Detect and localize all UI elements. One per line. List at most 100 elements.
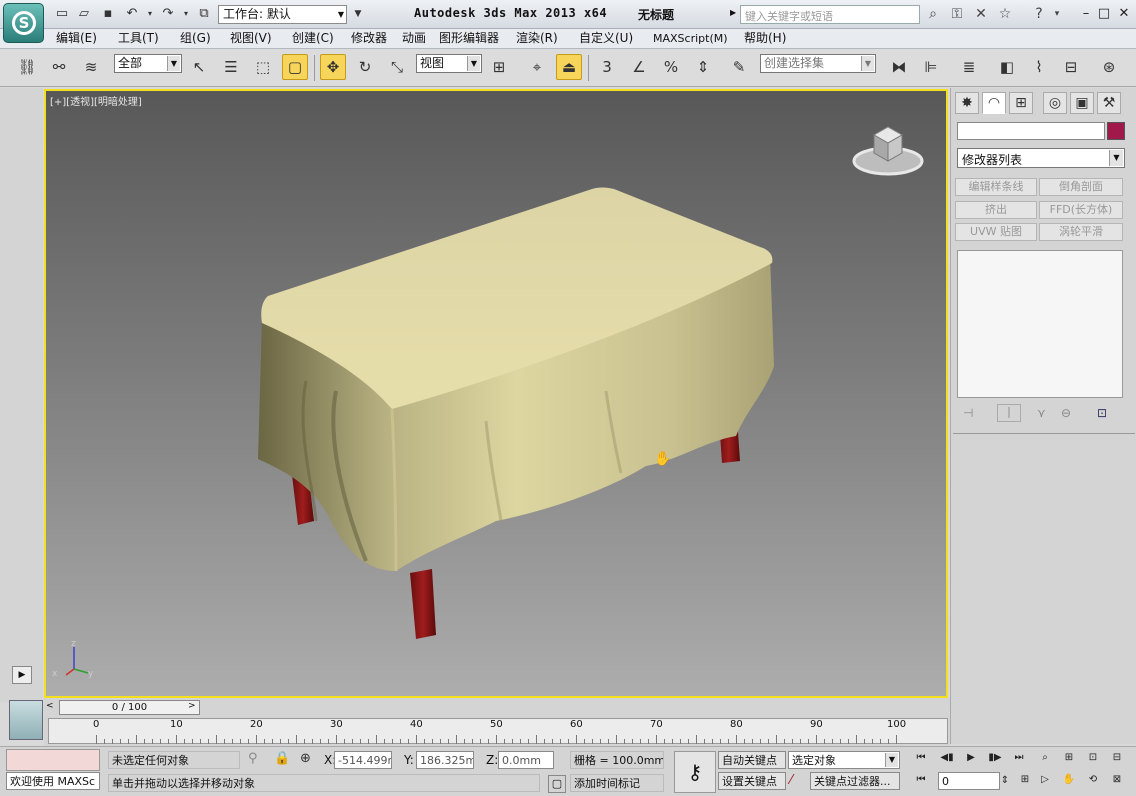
go-to-start-icon[interactable]: ⏮ <box>912 749 930 767</box>
make-unique-icon[interactable]: ⋎ <box>1037 406 1046 420</box>
field-of-view-icon[interactable]: ▷ <box>1036 771 1054 789</box>
menu-tools[interactable]: 工具(T) <box>118 31 159 46</box>
angle-snap-icon[interactable]: ∠ <box>626 54 652 80</box>
key-filters-button[interactable]: 关键点过滤器... <box>810 772 900 790</box>
menu-animation[interactable]: 动画 <box>402 31 426 46</box>
select-by-name-icon[interactable]: ☰ <box>218 54 244 80</box>
binoculars-icon[interactable]: ⌕ <box>924 6 942 22</box>
selection-filter-dropdown[interactable]: 全部 ▼ <box>114 54 182 73</box>
menu-create[interactable]: 创建(C) <box>292 31 334 46</box>
new-file-icon[interactable]: ▭ <box>54 6 70 22</box>
schematic-view-icon[interactable]: ⊟ <box>1058 54 1084 80</box>
bind-to-space-warp-icon[interactable]: ≋ <box>78 54 104 80</box>
menu-rendering[interactable]: 渲染(R) <box>516 31 558 46</box>
z-coordinate-field[interactable]: 0.0mm <box>498 751 554 769</box>
select-object-icon[interactable]: ↖ <box>186 54 212 80</box>
mirror-icon[interactable]: ⧓ <box>886 54 912 80</box>
menu-group[interactable]: 组(G) <box>180 31 211 46</box>
modifier-button-extrude[interactable]: 挤出 <box>955 201 1037 219</box>
maximize-viewport-icon[interactable]: ⊠ <box>1108 771 1126 789</box>
reference-coordinate-dropdown[interactable]: 视图 ▼ <box>416 54 482 73</box>
subscription-icon[interactable]: ⚿ <box>948 6 966 22</box>
layer-manager-icon[interactable]: ≣ <box>956 54 982 80</box>
selection-lock-icon[interactable]: 🔒 <box>274 751 290 766</box>
set-key-mode-button[interactable]: 设置关键点 <box>718 772 786 790</box>
menu-views[interactable]: 视图(V) <box>230 31 272 46</box>
search-expand-icon[interactable]: ▶ <box>730 8 736 17</box>
modifier-button-ffd-box[interactable]: FFD(长方体) <box>1039 201 1123 219</box>
time-slider[interactable]: 0 / 100 <box>59 700 200 715</box>
menu-graph-editors[interactable]: 图形编辑器 <box>439 31 499 46</box>
time-slider-prev-icon[interactable]: < <box>46 701 54 711</box>
material-editor-icon[interactable]: ⊛ <box>1096 54 1122 80</box>
modifier-button-uvw-map[interactable]: UVW 贴图 <box>955 223 1037 241</box>
mini-curve-editor-icon[interactable] <box>9 700 43 740</box>
named-selection-set-dropdown[interactable]: 创建选择集 ▼ <box>760 54 876 73</box>
keyboard-shortcut-override-icon[interactable]: ⏏ <box>556 54 582 80</box>
window-crossing-icon[interactable]: ▢ <box>282 54 308 80</box>
zoom-extents-icon[interactable]: ⊡ <box>1084 749 1102 767</box>
select-and-move-icon[interactable]: ✥ <box>320 54 346 80</box>
x-coordinate-field[interactable]: -514.499m <box>334 751 392 769</box>
configure-modifier-sets-icon[interactable]: ⊡ <box>1097 406 1107 420</box>
maximize-button[interactable]: □ <box>1096 6 1112 21</box>
manipulate-icon[interactable]: ⌖ <box>524 54 550 80</box>
maxscript-mini-listener[interactable]: 欢迎使用 MAXSc <box>6 772 100 790</box>
menu-maxscript[interactable]: MAXScript(M) <box>653 31 728 46</box>
unlink-selection-icon[interactable]: ⚯ <box>46 54 72 80</box>
object-color-swatch[interactable] <box>1107 122 1125 140</box>
y-coordinate-field[interactable]: 186.325mm <box>416 751 474 769</box>
spinner-snap-icon[interactable]: ⇕ <box>690 54 716 80</box>
zoom-all-icon[interactable]: ⊞ <box>1060 749 1078 767</box>
menu-modifiers[interactable]: 修改器 <box>351 31 387 46</box>
current-frame-field[interactable]: 0 <box>938 772 1000 790</box>
align-icon[interactable]: ⊫ <box>918 54 944 80</box>
time-slider-next-icon[interactable]: > <box>188 701 196 711</box>
menu-customize[interactable]: 自定义(U) <box>579 31 633 46</box>
workspace-dropdown[interactable]: 工作台: 默认 ▼ <box>218 5 347 24</box>
set-key-icon[interactable]: ⚷ <box>674 751 716 793</box>
project-folder-icon[interactable]: ⧉ <box>196 6 212 22</box>
frame-spinner-icon[interactable]: ⇕ <box>1000 772 1010 790</box>
menu-edit[interactable]: 编辑(E) <box>56 31 97 46</box>
redo-dropdown-icon[interactable]: ▾ <box>178 6 194 22</box>
pin-stack-icon[interactable]: ⊣ <box>963 406 973 420</box>
select-and-link-icon[interactable]: ⛓ <box>14 54 40 80</box>
modifier-list-dropdown[interactable]: 修改器列表 ▼ <box>957 148 1125 168</box>
time-configuration-icon[interactable]: ⊞ <box>1016 771 1034 789</box>
communication-center-icon[interactable]: ✕ <box>972 6 990 22</box>
modifier-stack[interactable] <box>957 250 1123 398</box>
orbit-icon[interactable]: ⟲ <box>1084 771 1102 789</box>
select-and-scale-icon[interactable]: ⤡ <box>384 54 410 80</box>
menu-help[interactable]: 帮助(H) <box>744 31 786 46</box>
help-dropdown-icon[interactable]: ▾ <box>1048 6 1066 22</box>
modifier-button-bevel-profile[interactable]: 倒角剖面 <box>1039 178 1123 196</box>
undo-dropdown-icon[interactable]: ▾ <box>142 6 158 22</box>
expand-viewport-icon[interactable]: ▶ <box>12 666 32 684</box>
key-filters-icon[interactable]: ⁄ <box>790 773 792 788</box>
search-input[interactable]: 键入关键字或短语 <box>740 5 920 24</box>
rectangular-selection-icon[interactable]: ⬚ <box>250 54 276 80</box>
pivot-center-icon[interactable]: ⊞ <box>486 54 512 80</box>
quick-access-menu-icon[interactable]: ▼ <box>350 6 366 22</box>
snaps-toggle-icon[interactable]: 3 <box>594 54 620 80</box>
remove-modifier-icon[interactable]: ⊖ <box>1061 406 1071 420</box>
previous-frame-icon[interactable]: ◀▮ <box>938 749 956 767</box>
minimize-button[interactable]: – <box>1078 6 1094 21</box>
pan-view-icon[interactable]: ✋ <box>1060 771 1078 789</box>
zoom-extents-all-icon[interactable]: ⊟ <box>1108 749 1126 767</box>
show-end-result-icon[interactable]: | <box>997 404 1021 422</box>
application-menu-button[interactable]: S <box>3 3 44 43</box>
motion-tab-icon[interactable]: ◎ <box>1043 92 1067 114</box>
absolute-mode-transform-icon[interactable]: ⊕ <box>300 751 311 766</box>
modifier-button-turbosmooth[interactable]: 涡轮平滑 <box>1039 223 1123 241</box>
go-to-end-icon[interactable]: ⏭ <box>1010 749 1028 767</box>
percent-snap-icon[interactable]: % <box>658 54 684 80</box>
maxscript-listener-input[interactable] <box>6 749 100 771</box>
perspective-viewport[interactable]: [+][透视][明暗处理] ✋ z x y <box>44 89 948 698</box>
table-with-tablecloth-model[interactable] <box>46 91 946 696</box>
save-icon[interactable]: ▪ <box>100 6 116 22</box>
close-button[interactable]: ✕ <box>1116 6 1132 21</box>
create-tab-icon[interactable]: ✸ <box>955 92 979 114</box>
auto-key-button[interactable]: 自动关键点 <box>718 751 786 769</box>
